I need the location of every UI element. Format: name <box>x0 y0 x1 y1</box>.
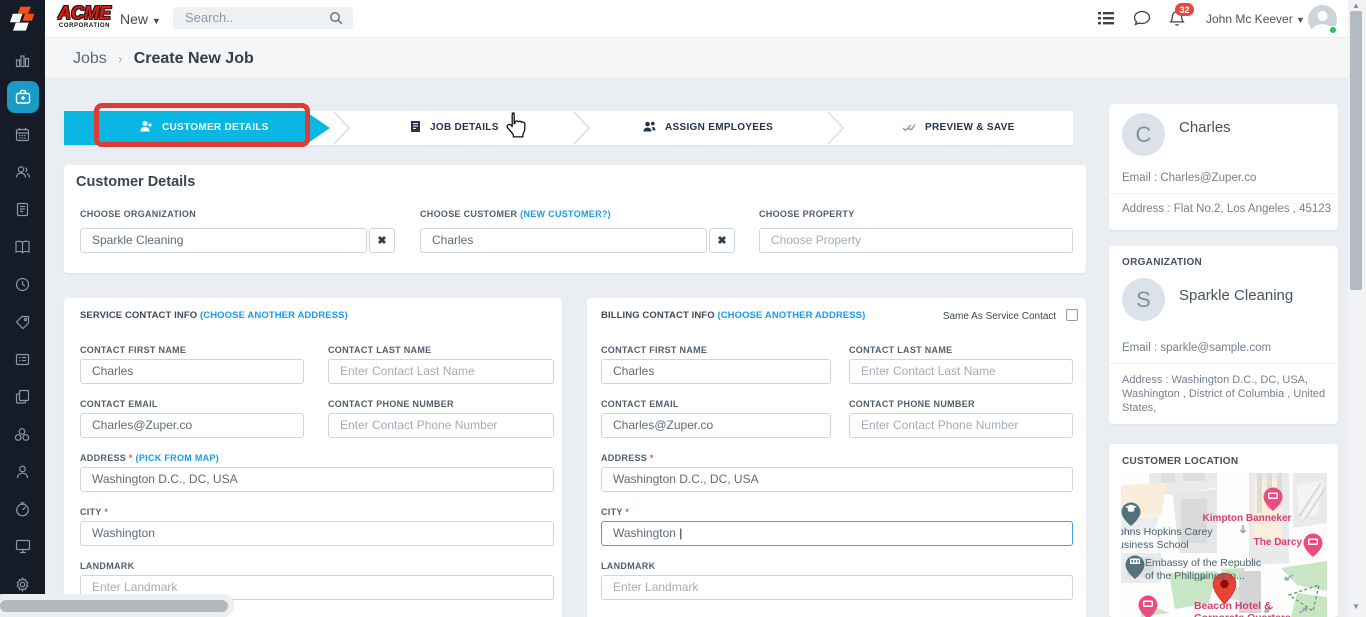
svg-text:Kimpton Banneker: Kimpton Banneker <box>1203 513 1292 524</box>
svg-text:ohns Hopkins Carey: ohns Hopkins Carey <box>1121 526 1213 538</box>
svg-text:Beacon Hotel &: Beacon Hotel & <box>1194 600 1272 612</box>
svg-text:Corporate Quarters: Corporate Quarters <box>1194 612 1291 617</box>
svg-text:usiness School: usiness School <box>1121 539 1189 551</box>
svg-text:Embassy of the Republic: Embassy of the Republic <box>1145 557 1261 569</box>
svg-text:of the Philippines in...: of the Philippines in... <box>1145 570 1245 582</box>
svg-text:The Darcy: The Darcy <box>1254 537 1303 548</box>
